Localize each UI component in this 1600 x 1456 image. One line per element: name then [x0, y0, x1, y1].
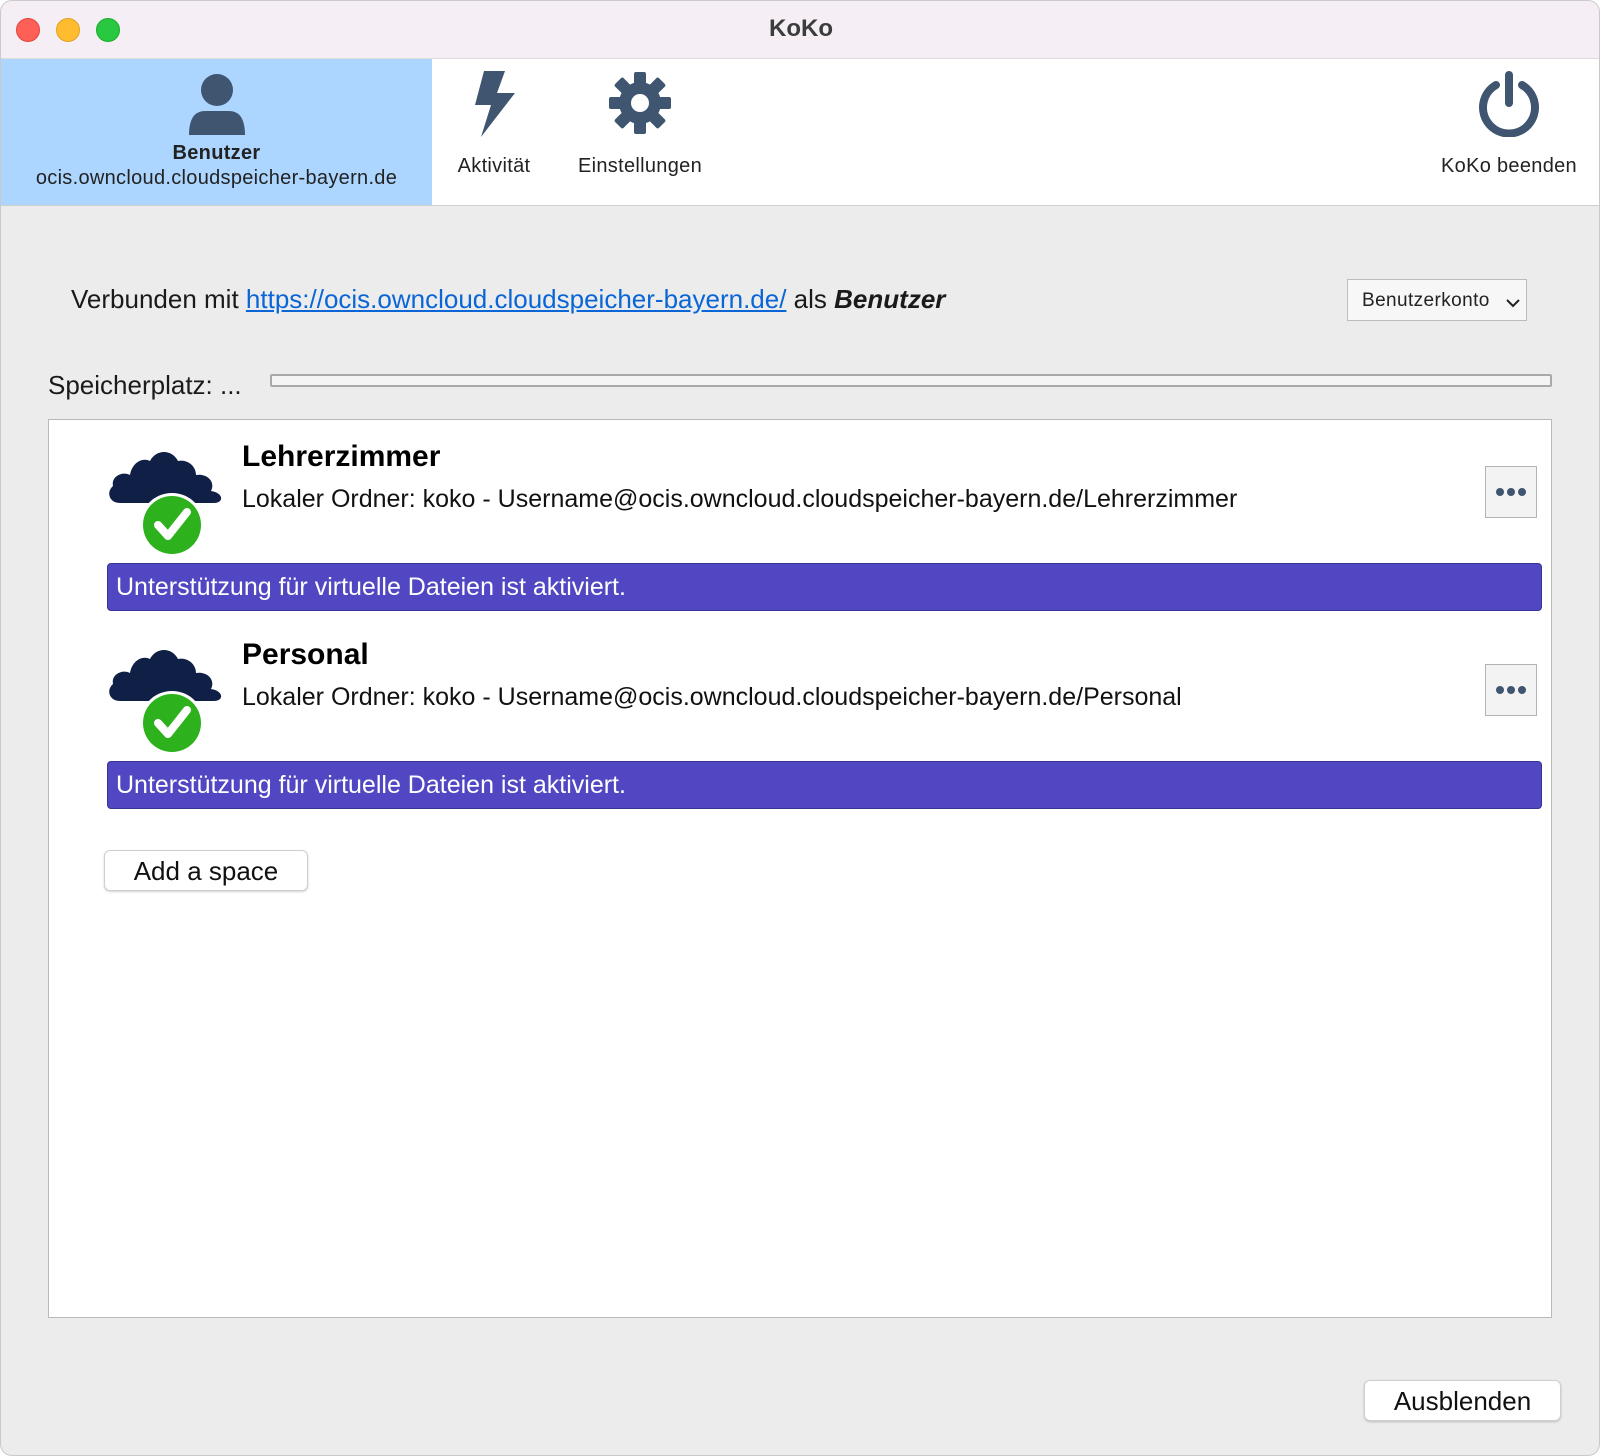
space-local-folder: Lokaler Ordner: koko - Username@ocis.own… — [242, 683, 1182, 711]
more-horizontal-icon — [1496, 686, 1526, 694]
space-item[interactable]: Personal Lokaler Ordner: koko - Username… — [49, 618, 1551, 812]
server-url-link[interactable]: https://ocis.owncloud.cloudspeicher-baye… — [246, 284, 787, 314]
activity-label: Aktivität — [457, 155, 531, 177]
connection-prefix: Verbunden mit — [71, 284, 239, 314]
tab-activity[interactable]: Aktivität — [444, 59, 544, 205]
storage-label: Speicherplatz: ... — [48, 370, 242, 400]
account-page: Verbunden mit https://ocis.owncloud.clou… — [1, 206, 1599, 1455]
tab-settings[interactable]: Einstellungen — [569, 59, 711, 205]
account-name: Benutzer — [172, 142, 261, 164]
more-horizontal-icon — [1496, 488, 1526, 496]
account-menu-button[interactable]: Benutzerkonto — [1347, 279, 1527, 321]
app-window: KoKo Benutzer ocis.owncloud.cloudspeiche… — [0, 0, 1600, 1456]
gear-icon — [609, 72, 671, 134]
connected-user: Benutzer — [834, 284, 946, 314]
quit-label: KoKo beenden — [1441, 155, 1577, 177]
title-bar: KoKo — [1, 1, 1599, 59]
space-name: Personal — [242, 638, 369, 671]
add-space-button[interactable]: Add a space — [104, 850, 308, 891]
tab-account[interactable]: Benutzer ocis.owncloud.cloudspeicher-bay… — [1, 59, 432, 205]
space-item[interactable]: Lehrerzimmer Lokaler Ordner: koko - User… — [49, 420, 1551, 614]
connection-middle: als — [793, 284, 827, 314]
spaces-list: Lehrerzimmer Lokaler Ordner: koko - User… — [48, 419, 1552, 1318]
user-icon — [188, 74, 245, 135]
power-icon — [1479, 71, 1539, 137]
tab-quit[interactable]: KoKo beenden — [1433, 59, 1585, 205]
settings-label: Einstellungen — [578, 155, 702, 177]
vfs-status-banner: Unterstützung für virtuelle Dateien ist … — [107, 563, 1542, 611]
space-name: Lehrerzimmer — [242, 440, 441, 473]
connection-status: Verbunden mit https://ocis.owncloud.clou… — [71, 284, 945, 315]
window-title: KoKo — [769, 15, 833, 42]
cloud-check-icon — [109, 452, 222, 557]
storage-progress-bar — [270, 374, 1552, 387]
account-host: ocis.owncloud.cloudspeicher-bayern.de — [35, 167, 398, 189]
hide-button[interactable]: Ausblenden — [1364, 1380, 1561, 1421]
chevron-down-icon — [1506, 299, 1520, 308]
lightning-icon — [475, 71, 515, 137]
cloud-check-icon — [109, 650, 222, 755]
toolbar: Benutzer ocis.owncloud.cloudspeicher-bay… — [1, 59, 1599, 206]
space-options-button[interactable] — [1485, 664, 1537, 716]
account-menu-label: Benutzerkonto — [1362, 290, 1490, 311]
space-local-folder: Lokaler Ordner: koko - Username@ocis.own… — [242, 485, 1238, 513]
space-options-button[interactable] — [1485, 466, 1537, 518]
vfs-status-banner: Unterstützung für virtuelle Dateien ist … — [107, 761, 1542, 809]
